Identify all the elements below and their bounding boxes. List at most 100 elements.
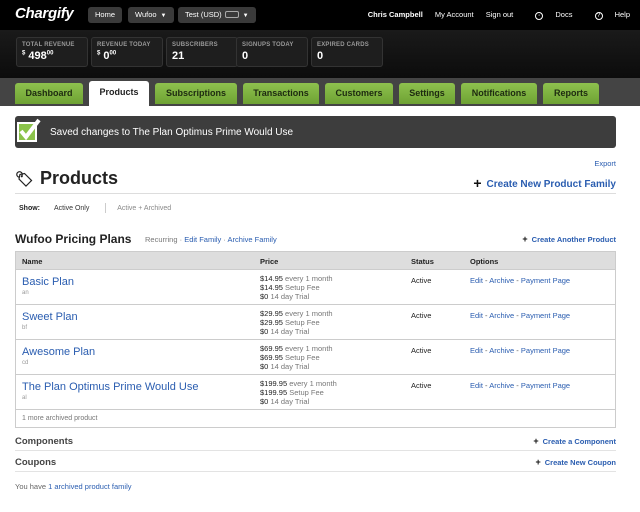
price-interval: every 1 month [285,309,333,318]
archived-family-link[interactable]: 1 archived product family [48,482,131,491]
show-filter: Show: Active Only Active + Archived [19,203,171,213]
stat-value: 0 [317,50,377,62]
tab-notifications[interactable]: Notifications [461,83,537,104]
product-price: $29.95 every 1 month $29.95 Setup Fee $0… [260,309,333,336]
trial-note: 14 day Trial [270,362,310,371]
sign-out-link[interactable]: Sign out [486,10,514,19]
family-type: Recurring [145,235,178,244]
create-product-label: Create Another Product [531,235,616,244]
flash-message: Saved changes to The Plan Optimus Prime … [15,116,616,148]
price-interval: every 1 month [289,379,337,388]
stat-label: REVENUE TODAY [97,42,151,48]
main-tabs: Dashboard Products Subscriptions Transac… [0,78,640,106]
stat-cents: 00 [46,50,54,57]
table-footer: 1 more archived product [16,409,615,427]
stat-currency: $ [22,50,26,57]
create-another-product-button[interactable]: + Create Another Product [522,234,616,244]
filter-active-only[interactable]: Active Only [54,205,89,212]
edit-link[interactable]: Edit [470,311,483,320]
archive-link[interactable]: Archive [489,276,514,285]
docs-link[interactable]: ◦ Docs [525,10,572,20]
stat-currency: $ [97,50,101,57]
product-name-link[interactable]: The Plan Optimus Prime Would Use [22,381,198,393]
price-amount: $29.95 [260,309,283,318]
stat-amount: 0 [317,50,324,62]
product-status: Active [411,381,432,390]
filter-active-archived[interactable]: Active + Archived [117,205,171,212]
user-name[interactable]: Chris Campbell [368,10,423,19]
tab-reports[interactable]: Reports [543,83,599,104]
plus-icon: + [522,234,528,244]
price-interval: every 1 month [285,274,333,283]
create-component-button[interactable]: + Create a Component [533,436,616,446]
tab-settings[interactable]: Settings [399,83,455,104]
filter-separator [105,203,107,213]
archive-link[interactable]: Archive [489,311,514,320]
edit-family-link[interactable]: Edit Family [184,235,221,244]
create-product-family-button[interactable]: + Create New Product Family [473,174,616,191]
my-account-link[interactable]: My Account [435,10,474,19]
setup-note: Setup Fee [289,388,324,397]
home-button[interactable]: Home [88,7,123,23]
help-label: Help [614,10,630,19]
footer-prefix: You have [15,482,47,491]
payment-page-link[interactable]: Payment Page [521,276,570,285]
site-selector[interactable]: Wufoo ▼ [128,7,174,23]
user-links: Chris Campbell My Account Sign out ◦ Docs… [358,10,630,20]
archive-link[interactable]: Archive [489,381,514,390]
edit-link[interactable]: Edit [470,276,483,285]
price-amount: $69.95 [260,344,283,353]
mode-label: Test (USD) [185,10,222,19]
setup-amount: $199.95 [260,388,288,397]
stat-amount: 21 [172,50,185,62]
page-title: 🏷 Products [15,168,118,189]
create-coupon-button[interactable]: + Create New Coupon [535,457,616,467]
product-price: $69.95 every 1 month $69.95 Setup Fee $0… [260,344,333,371]
table-row: The Plan Optimus Prime Would Use al $199… [16,374,615,409]
setup-note: Setup Fee [285,318,320,327]
create-family-label: Create New Product Family [486,179,616,190]
tag-icon: 🏷 [15,171,35,188]
table-row: Basic Plan an $14.95 every 1 month $14.9… [16,269,615,304]
product-name-link[interactable]: Awesome Plan [22,346,95,358]
payment-page-link[interactable]: Payment Page [521,311,570,320]
trial-amount: $0 [260,292,269,301]
export-link[interactable]: Export [594,159,616,168]
page-title-text: Products [40,168,119,188]
archive-link[interactable]: Archive [489,346,514,355]
stat-label: SIGNUPS TODAY [242,42,294,48]
help-link[interactable]: ? Help [585,10,630,20]
trial-amount: $0 [260,362,269,371]
product-name-link[interactable]: Sweet Plan [22,311,78,323]
tab-products[interactable]: Products [89,81,149,106]
header-options: Options [470,257,499,266]
edit-link[interactable]: Edit [470,381,483,390]
components-title: Components [15,436,74,447]
trial-note: 14 day Trial [270,292,310,301]
setup-amount: $29.95 [260,318,283,327]
archive-family-link[interactable]: Archive Family [228,235,277,244]
price-amount: $199.95 [260,379,288,388]
header-price: Price [260,257,279,266]
product-handle: bf [22,325,28,331]
tab-transactions[interactable]: Transactions [243,83,319,104]
divider [15,450,616,451]
mode-selector[interactable]: Test (USD) ▼ [178,7,256,23]
product-price: $14.95 every 1 month $14.95 Setup Fee $0… [260,274,333,301]
checkmark-icon [15,116,43,148]
tab-subscriptions[interactable]: Subscriptions [155,83,237,104]
tab-customers[interactable]: Customers [325,83,393,104]
payment-page-link[interactable]: Payment Page [521,381,570,390]
divider [15,193,616,194]
setup-amount: $14.95 [260,283,283,292]
divider [15,471,616,472]
product-name-link[interactable]: Basic Plan [22,276,74,288]
payment-page-link[interactable]: Payment Page [521,346,570,355]
edit-link[interactable]: Edit [470,346,483,355]
chargify-logo[interactable]: Chargify [15,5,74,22]
table-header: Name Price Status Options [16,252,615,269]
plus-icon: + [533,436,539,446]
tab-dashboard[interactable]: Dashboard [15,83,83,104]
archived-products-toggle[interactable]: 1 more archived product [22,415,97,422]
product-status: Active [411,346,432,355]
